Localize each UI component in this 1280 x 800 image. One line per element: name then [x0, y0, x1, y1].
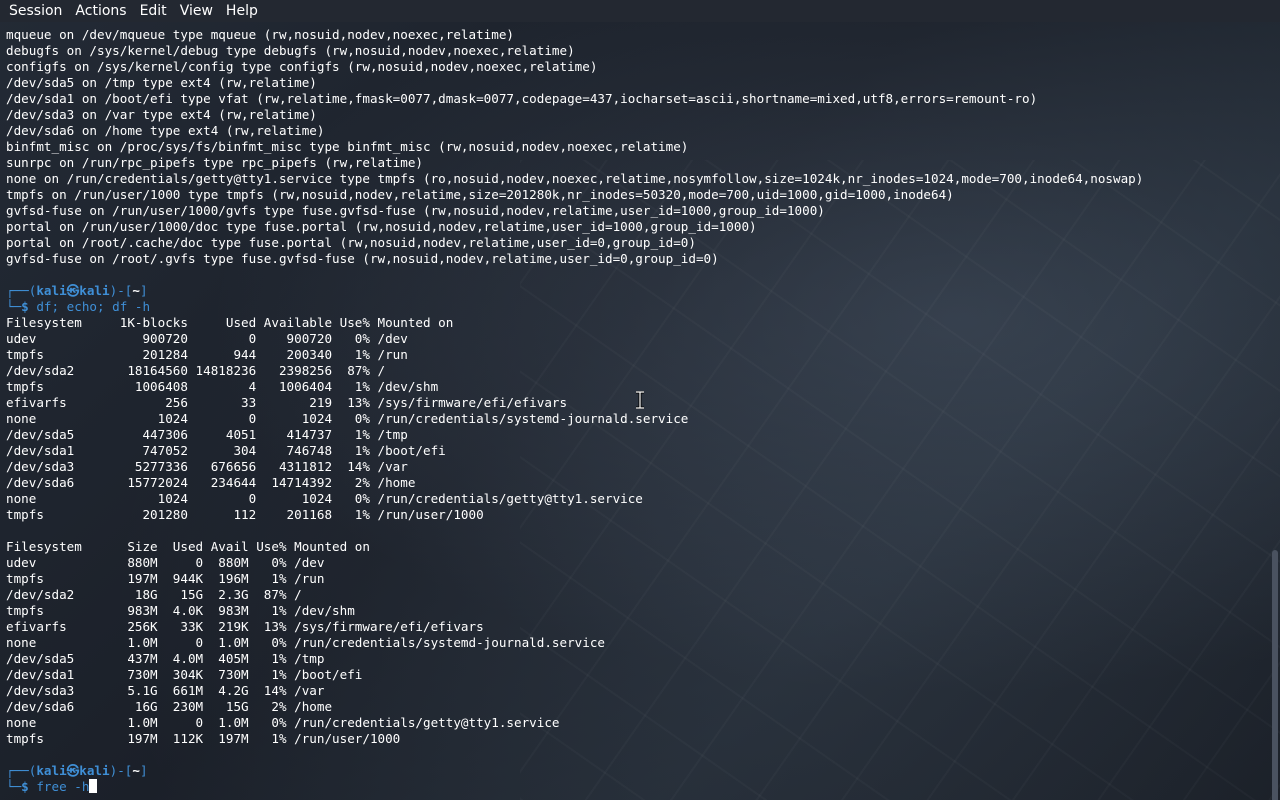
- df-h-line: efivarfs 256K 33K 219K 13% /sys/firmware…: [6, 619, 484, 634]
- menu-view[interactable]: View: [167, 0, 213, 22]
- df-line: /dev/sda3 5277336 676656 4311812 14% /va…: [6, 459, 408, 474]
- df-h-line: tmpfs 983M 4.0K 983M 1% /dev/shm: [6, 603, 355, 618]
- command-line-2[interactable]: └─$ free -h: [6, 779, 1266, 795]
- df-h-line: Filesystem Size Used Avail Use% Mounted …: [6, 539, 370, 554]
- prompt-user-host: kali㉿kali: [36, 283, 110, 298]
- command-input-text[interactable]: free -h: [36, 779, 89, 794]
- df-line: Filesystem 1K-blocks Used Available Use%…: [6, 315, 454, 330]
- menu-help[interactable]: Help: [213, 0, 258, 22]
- command-line-1: └─$ df; echo; df -h: [6, 299, 151, 314]
- df-h-line: /dev/sda1 730M 304K 730M 1% /boot/efi: [6, 667, 363, 682]
- mount-line: sunrpc on /run/rpc_pipefs type rpc_pipef…: [6, 155, 424, 170]
- prompt-line-1: ┌──(kali㉿kali)-[~]: [6, 283, 148, 298]
- mount-line: /dev/sda5 on /tmp type ext4 (rw,relatime…: [6, 75, 317, 90]
- df-line: /dev/sda6 15772024 234644 14714392 2% /h…: [6, 475, 416, 490]
- mount-line: binfmt_misc on /proc/sys/fs/binfmt_misc …: [6, 139, 689, 154]
- terminal-output[interactable]: mqueue on /dev/mqueue type mqueue (rw,no…: [6, 27, 1266, 797]
- prompt-cwd: ~: [132, 763, 140, 778]
- df-line: /dev/sda5 447306 4051 414737 1% /tmp: [6, 427, 408, 442]
- mount-output: mqueue on /dev/mqueue type mqueue (rw,no…: [6, 27, 1266, 267]
- df-h-line: /dev/sda5 437M 4.0M 405M 1% /tmp: [6, 651, 325, 666]
- prompt-line-2: ┌──(kali㉿kali)-[~]: [6, 763, 148, 778]
- df-h-line: none 1.0M 0 1.0M 0% /run/credentials/get…: [6, 715, 560, 730]
- prompt-user-host: kali㉿kali: [36, 763, 110, 778]
- mount-line: /dev/sda6 on /home type ext4 (rw,relatim…: [6, 123, 325, 138]
- scrollbar-thumb[interactable]: [1272, 550, 1278, 800]
- prompt-cwd: ~: [132, 283, 140, 298]
- menu-edit[interactable]: Edit: [127, 0, 167, 22]
- menu-actions[interactable]: Actions: [62, 0, 126, 22]
- mount-line: /dev/sda3 on /var type ext4 (rw,relatime…: [6, 107, 317, 122]
- df-line: udev 900720 0 900720 0% /dev: [6, 331, 408, 346]
- df-line: tmpfs 201280 112 201168 1% /run/user/100…: [6, 507, 484, 522]
- text-cursor: [89, 779, 98, 793]
- mount-line: mqueue on /dev/mqueue type mqueue (rw,no…: [6, 27, 514, 42]
- mount-line: /dev/sda1 on /boot/efi type vfat (rw,rel…: [6, 91, 1038, 106]
- df-h-output: Filesystem Size Used Avail Use% Mounted …: [6, 539, 1266, 747]
- menu-bar: Session Actions Edit View Help: [0, 0, 1280, 22]
- menu-session[interactable]: Session: [0, 0, 62, 22]
- df-h-line: tmpfs 197M 944K 196M 1% /run: [6, 571, 325, 586]
- mount-line: portal on /run/user/1000/doc type fuse.p…: [6, 219, 757, 234]
- df-line: none 1024 0 1024 0% /run/credentials/sys…: [6, 411, 689, 426]
- mount-line: none on /run/credentials/getty@tty1.serv…: [6, 171, 1144, 186]
- df-line: /dev/sda2 18164560 14818236 2398256 87% …: [6, 363, 386, 378]
- df-h-line: udev 880M 0 880M 0% /dev: [6, 555, 325, 570]
- command-text: df; echo; df -h: [36, 299, 151, 314]
- df-line: tmpfs 201284 944 200340 1% /run: [6, 347, 408, 362]
- df-h-line: /dev/sda3 5.1G 661M 4.2G 14% /var: [6, 683, 325, 698]
- mount-line: gvfsd-fuse on /root/.gvfs type fuse.gvfs…: [6, 251, 719, 266]
- df-line: none 1024 0 1024 0% /run/credentials/get…: [6, 491, 643, 506]
- mount-line: portal on /root/.cache/doc type fuse.por…: [6, 235, 696, 250]
- df-h-line: /dev/sda6 16G 230M 15G 2% /home: [6, 699, 333, 714]
- mount-line: gvfsd-fuse on /run/user/1000/gvfs type f…: [6, 203, 825, 218]
- df-h-line: tmpfs 197M 112K 197M 1% /run/user/1000: [6, 731, 401, 746]
- mount-line: configfs on /sys/kernel/config type conf…: [6, 59, 598, 74]
- mount-line: debugfs on /sys/kernel/debug type debugf…: [6, 43, 575, 58]
- df-output: Filesystem 1K-blocks Used Available Use%…: [6, 315, 1266, 523]
- df-h-line: none 1.0M 0 1.0M 0% /run/credentials/sys…: [6, 635, 605, 650]
- df-h-line: /dev/sda2 18G 15G 2.3G 87% /: [6, 587, 302, 602]
- df-line: /dev/sda1 747052 304 746748 1% /boot/efi: [6, 443, 446, 458]
- scrollbar[interactable]: [1270, 22, 1280, 800]
- mount-line: tmpfs on /run/user/1000 type tmpfs (rw,n…: [6, 187, 954, 202]
- ibeam-cursor-icon: [636, 391, 644, 409]
